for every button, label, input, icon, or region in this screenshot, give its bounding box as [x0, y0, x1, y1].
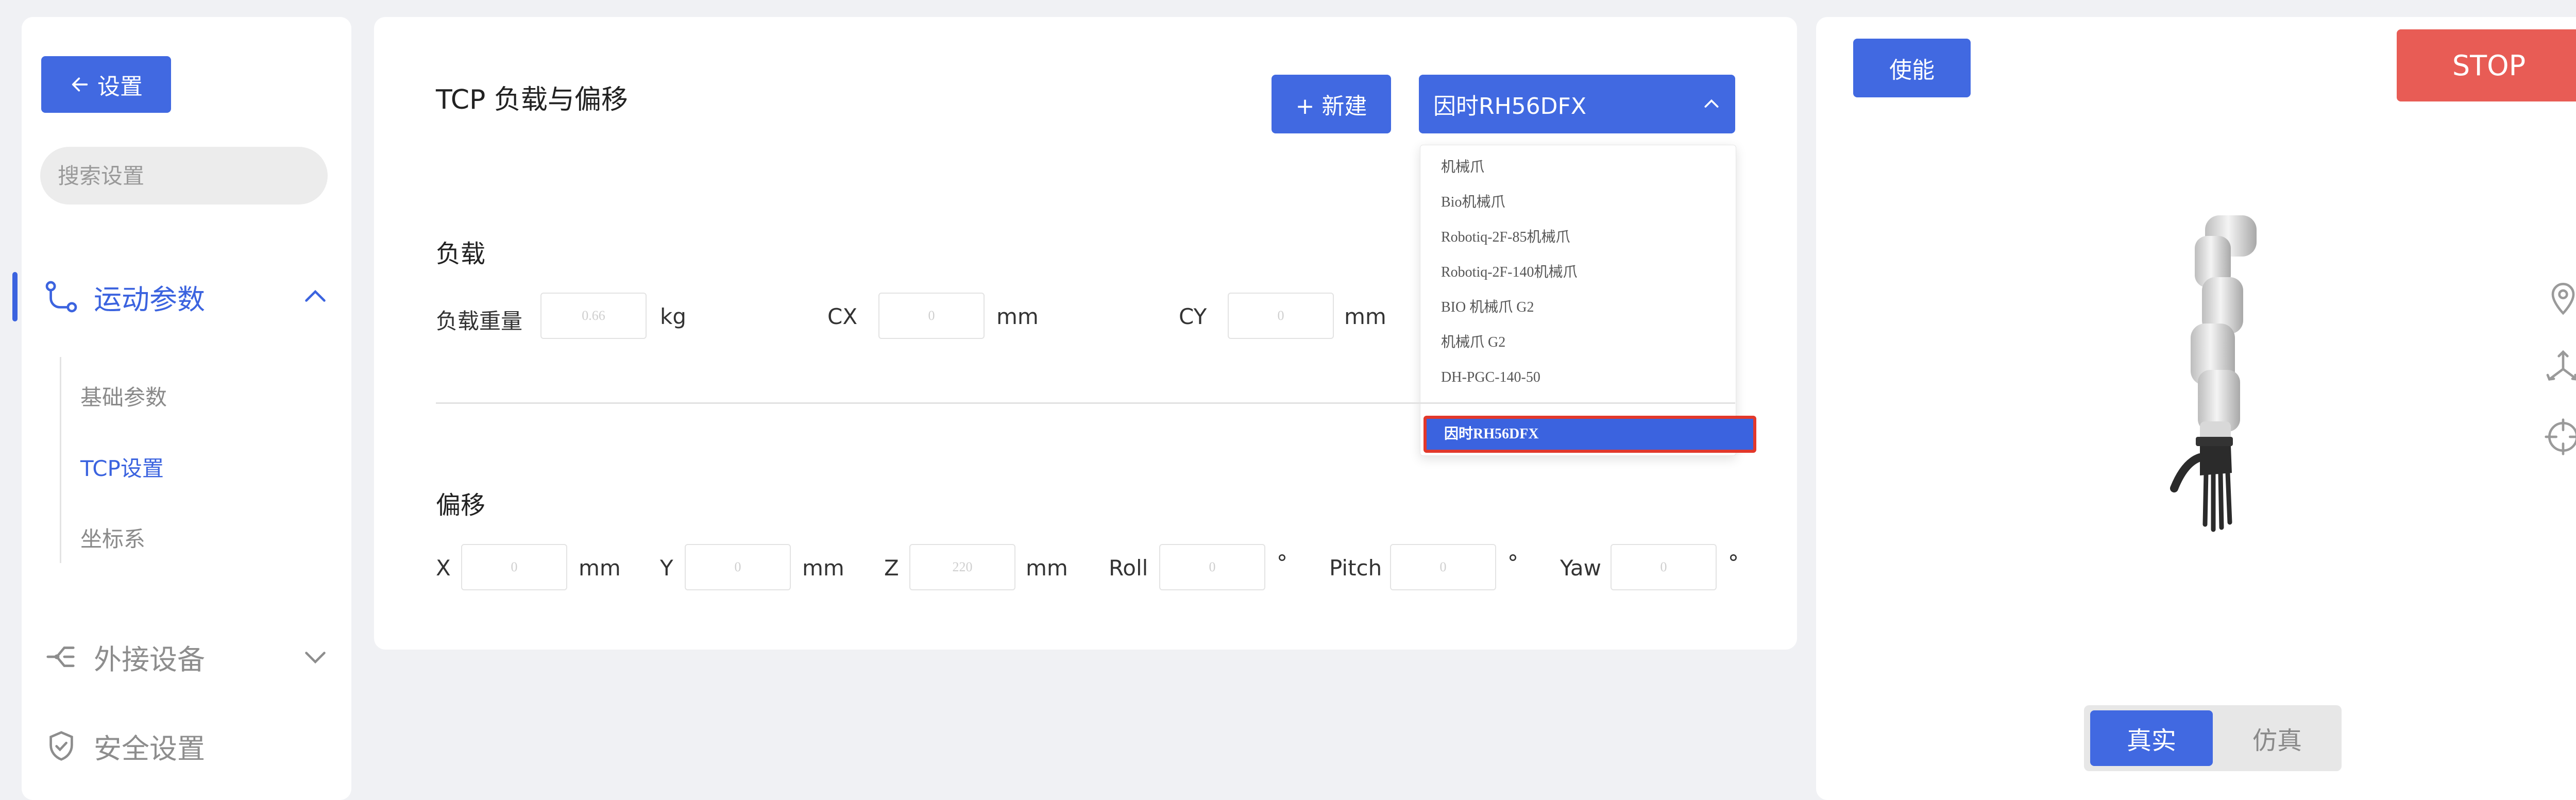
offset-x-unit: mm	[579, 555, 621, 581]
nav-safety-settings-label: 安全设置	[94, 732, 205, 765]
mode-toggle: 真实 仿真	[2084, 705, 2342, 771]
offset-roll-unit: °	[1277, 550, 1287, 575]
nav-safety-settings[interactable]: 安全设置	[22, 715, 351, 777]
offset-yaw-unit: °	[1728, 550, 1739, 575]
offset-x-label: X	[436, 555, 451, 581]
page-title: TCP 负载与偏移	[436, 84, 628, 115]
robot-preview-panel: 使能 STOP 真实 仿真	[1816, 17, 2576, 800]
chevron-up-icon[interactable]	[300, 281, 331, 312]
active-nav-indicator	[12, 272, 18, 321]
location-pin-icon[interactable]	[2543, 277, 2576, 318]
tool-select-value: 因时RH56DFX	[1433, 93, 1586, 120]
enable-button[interactable]: 使能	[1853, 39, 1971, 97]
dropdown-option[interactable]: DH-PGC-140-50	[1420, 361, 1736, 395]
mode-sim-button[interactable]: 仿真	[2219, 710, 2335, 766]
cx-input[interactable]	[878, 293, 985, 339]
sidebar-item-coordinate-system[interactable]: 坐标系	[80, 522, 145, 553]
dropdown-option[interactable]: BIO 机械爪 G2	[1420, 291, 1736, 325]
chevron-down-icon[interactable]	[300, 641, 331, 672]
offset-x-input[interactable]	[461, 544, 567, 590]
load-weight-label: 负载重量	[436, 309, 523, 334]
submenu-rail	[60, 357, 61, 563]
dropdown-option[interactable]: Bio机械爪	[1420, 185, 1736, 219]
new-tool-button[interactable]: + 新建	[1272, 75, 1391, 133]
tcp-settings-panel: TCP 负载与偏移 + 新建 因时RH56DFX 机械爪 Bio机械爪 Robo…	[374, 17, 1797, 650]
offset-yaw-label: Yaw	[1560, 555, 1601, 581]
dropdown-option-selected[interactable]: 因时RH56DFX	[1423, 416, 1756, 453]
offset-roll-label: Roll	[1109, 555, 1148, 581]
tool-select-dropdown: 机械爪 Bio机械爪 Robotiq-2F-85机械爪 Robotiq-2F-1…	[1420, 145, 1756, 456]
nav-motion-params[interactable]: 运动参数	[22, 266, 351, 328]
robot-arm-model[interactable]	[2164, 215, 2277, 537]
dropdown-option[interactable]: Robotiq-2F-85机械爪	[1420, 220, 1736, 254]
crosshair-icon[interactable]	[2543, 416, 2576, 457]
cx-unit: mm	[996, 304, 1039, 329]
settings-search[interactable]	[40, 147, 328, 205]
offset-pitch-unit: °	[1507, 550, 1518, 575]
offset-section-title: 偏移	[436, 491, 486, 520]
tool-select[interactable]: 因时RH56DFX	[1419, 75, 1735, 133]
offset-z-label: Z	[884, 555, 899, 581]
dropdown-option[interactable]: Robotiq-2F-140机械爪	[1420, 256, 1736, 290]
offset-z-unit: mm	[1026, 555, 1068, 581]
mode-real-button[interactable]: 真实	[2090, 710, 2213, 766]
cy-input[interactable]	[1228, 293, 1334, 339]
load-weight-input[interactable]	[540, 293, 647, 339]
offset-z-input[interactable]	[909, 544, 1015, 590]
nav-motion-label: 运动参数	[94, 283, 205, 316]
offset-pitch-input[interactable]	[1390, 544, 1496, 590]
back-label: 设置	[97, 74, 143, 100]
load-section-title: 负载	[436, 240, 486, 268]
offset-yaw-input[interactable]	[1611, 544, 1717, 590]
dropdown-option[interactable]: 机械爪 G2	[1420, 326, 1736, 360]
chevron-up-icon	[1704, 99, 1719, 108]
motion-path-icon	[45, 281, 77, 313]
dropdown-option[interactable]: 机械爪	[1420, 150, 1736, 184]
cx-label: CX	[827, 304, 858, 329]
axes-icon[interactable]	[2543, 347, 2576, 388]
offset-y-unit: mm	[802, 555, 844, 581]
cy-unit: mm	[1344, 304, 1386, 329]
search-input[interactable]	[57, 162, 328, 189]
offset-pitch-label: Pitch	[1329, 555, 1382, 581]
sidebar-item-tcp-settings[interactable]: TCP设置	[80, 451, 164, 483]
sidebar-item-basic-params[interactable]: 基础参数	[80, 380, 167, 412]
shield-icon	[49, 731, 73, 761]
arrow-left-icon	[72, 77, 88, 92]
load-weight-unit: kg	[660, 304, 686, 329]
section-divider	[436, 402, 1735, 404]
settings-sidebar: 设置 运动参数 基础参数 TCP设置 坐标系 外接设备	[12, 17, 351, 800]
stop-button[interactable]: STOP	[2397, 29, 2576, 101]
offset-y-input[interactable]	[685, 544, 791, 590]
cy-label: CY	[1179, 304, 1207, 329]
offset-roll-input[interactable]	[1159, 544, 1265, 590]
back-to-settings-button[interactable]: 设置	[41, 56, 171, 113]
nav-external-devices[interactable]: 外接设备	[22, 626, 351, 688]
external-device-icon	[46, 646, 75, 667]
offset-y-label: Y	[660, 555, 673, 581]
nav-external-devices-label: 外接设备	[94, 643, 205, 676]
